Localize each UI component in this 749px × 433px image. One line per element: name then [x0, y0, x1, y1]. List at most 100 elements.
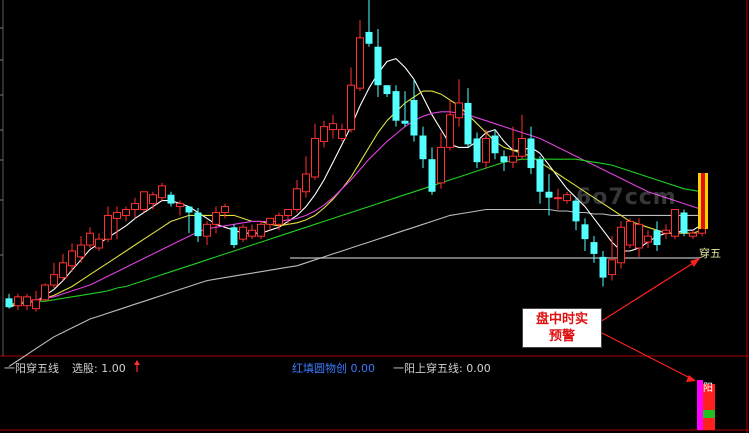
candle: [329, 114, 337, 139]
candle-body: [293, 188, 301, 211]
candle-body: [392, 91, 400, 121]
alert-line-1: 盘中时实: [535, 312, 588, 327]
indicator-mid-value: 红填圆物创 0.00: [292, 362, 375, 375]
candle: [122, 206, 130, 222]
candle-body: [554, 197, 562, 200]
candle-body: [500, 156, 508, 163]
candle: [662, 224, 670, 240]
indicator-name[interactable]: 一阳穿五线: [4, 360, 59, 376]
candle: [158, 182, 166, 201]
candle-body: [221, 206, 229, 213]
candle-body: [95, 238, 103, 249]
candle: [428, 147, 436, 195]
candle-body: [5, 298, 13, 308]
candle: [689, 230, 697, 240]
candle-body: [464, 102, 472, 145]
candle-body: [662, 229, 670, 234]
candle: [464, 88, 472, 148]
watermark: 6o7ccm: [576, 185, 677, 210]
candle-body: [383, 85, 391, 95]
candle: [383, 85, 391, 98]
candle: [86, 227, 94, 248]
up-arrow-marker-head: [134, 360, 140, 365]
candle-body: [41, 284, 49, 301]
candle-body: [617, 226, 625, 264]
candle-body: [257, 223, 265, 237]
candle: [365, 0, 373, 47]
candle: [320, 120, 328, 148]
candle: [599, 250, 607, 287]
candle: [374, 28, 382, 98]
candle: [266, 217, 274, 231]
candle: [50, 262, 58, 288]
realtime-alert-box: 盘中时实 预警: [522, 308, 602, 348]
candle: [257, 221, 265, 240]
candle-body: [437, 146, 445, 184]
candle-body: [77, 244, 85, 258]
candle: [167, 191, 175, 207]
candle: [221, 203, 229, 219]
candle: [149, 191, 157, 210]
signal-bar-inner: [701, 173, 705, 229]
candle-body: [284, 209, 292, 216]
candle-body: [527, 138, 535, 169]
candle-body: [374, 46, 382, 86]
signal-label-bottom: 阳: [703, 383, 713, 394]
candle-body: [689, 232, 697, 237]
candle-body: [32, 299, 40, 310]
candle: [635, 218, 643, 257]
candle: [131, 197, 139, 219]
candle-body: [23, 296, 31, 307]
candle-body: [248, 229, 256, 237]
candle-body: [131, 203, 139, 211]
candle: [410, 79, 418, 142]
candle: [239, 224, 247, 243]
candle-body: [419, 135, 427, 160]
candle-body: [329, 123, 337, 131]
candle: [626, 218, 634, 248]
candle-body: [545, 191, 553, 198]
stock-chart-window: 6o7ccm 穿五 一阳穿五线 选股: 1.00 红填圆物创 0.00 一阳上穿…: [0, 0, 749, 433]
candle: [41, 283, 49, 302]
candle: [680, 209, 688, 237]
candle-body: [653, 230, 661, 246]
candle: [356, 20, 364, 92]
candle-body: [14, 296, 22, 307]
candle: [473, 132, 481, 169]
candle: [32, 290, 40, 312]
candle-body: [356, 37, 364, 89]
candle: [95, 233, 103, 251]
candle-body: [338, 129, 346, 139]
candle: [653, 221, 661, 251]
candle: [113, 206, 121, 240]
candle-body: [626, 220, 634, 246]
candle-body: [446, 114, 454, 148]
candle-body: [428, 159, 436, 192]
candle: [14, 293, 22, 311]
candle: [104, 206, 112, 243]
candle: [140, 191, 148, 213]
candle-body: [59, 262, 67, 279]
candle-body: [203, 223, 211, 237]
candle-body: [275, 214, 283, 225]
indicator-bar-green: [703, 410, 715, 418]
candle-body: [581, 224, 589, 240]
candle: [194, 208, 202, 243]
candle: [527, 126, 535, 174]
candle-body: [176, 203, 184, 208]
candle-body: [86, 232, 94, 246]
candle-body: [473, 138, 481, 163]
candle-body: [311, 137, 319, 178]
candle-body: [266, 217, 274, 225]
candle: [347, 67, 355, 133]
candle-body: [347, 84, 355, 131]
candle-body: [50, 274, 58, 286]
candle: [230, 224, 238, 248]
candle: [644, 230, 652, 248]
candle: [311, 123, 319, 180]
candle: [581, 218, 589, 251]
candle: [617, 221, 625, 269]
candle: [77, 236, 85, 263]
candle-body: [482, 137, 490, 163]
candle: [536, 156, 544, 204]
